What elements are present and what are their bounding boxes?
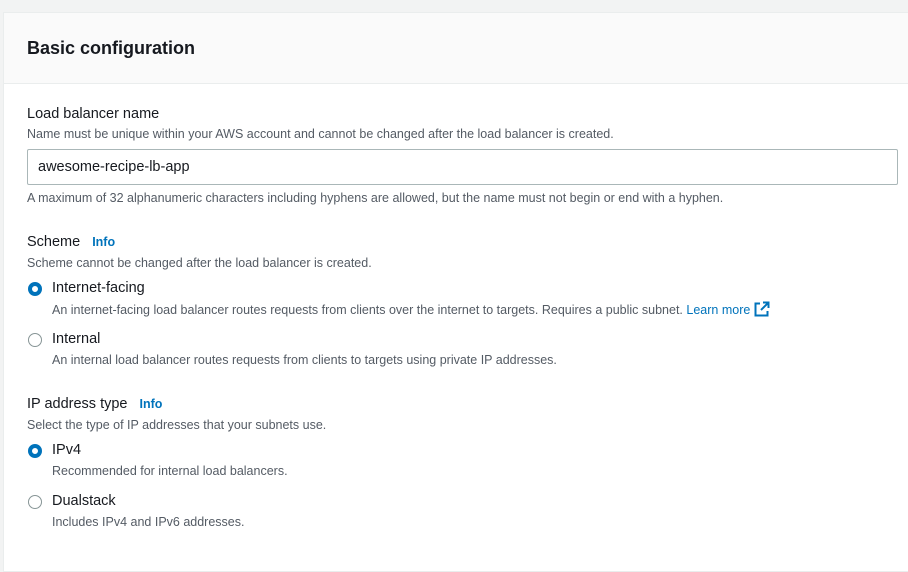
lb-name-input[interactable] bbox=[27, 149, 898, 185]
internet-facing-label[interactable]: Internet-facing bbox=[52, 278, 145, 298]
ipv4-radio[interactable] bbox=[28, 444, 42, 458]
external-link-icon[interactable] bbox=[754, 301, 770, 317]
basic-configuration-panel: Basic configuration Load balancer name N… bbox=[3, 12, 908, 572]
dualstack-description: Includes IPv4 and IPv6 addresses. bbox=[52, 515, 245, 529]
internet-facing-description-row: An internet-facing load balancer routes … bbox=[52, 301, 770, 318]
lb-name-label: Load balancer name bbox=[27, 106, 160, 122]
scheme-label: Scheme bbox=[27, 234, 81, 250]
ip-type-label: IP address type bbox=[27, 396, 128, 412]
scheme-label-row: Scheme Info bbox=[27, 232, 115, 252]
learn-more-link[interactable]: Learn more bbox=[686, 303, 750, 317]
internal-radio[interactable] bbox=[28, 333, 42, 347]
scheme-info-link[interactable]: Info bbox=[92, 235, 115, 249]
scheme-description: Scheme cannot be changed after the load … bbox=[27, 256, 372, 270]
ip-type-description: Select the type of IP addresses that you… bbox=[27, 418, 327, 432]
panel-header: Basic configuration bbox=[4, 13, 908, 84]
lb-name-constraint: A maximum of 32 alphanumeric characters … bbox=[27, 191, 724, 205]
dualstack-label[interactable]: Dualstack bbox=[52, 491, 116, 511]
ipv4-label[interactable]: IPv4 bbox=[52, 440, 81, 460]
internal-label[interactable]: Internal bbox=[52, 329, 100, 349]
ipv4-description: Recommended for internal load balancers. bbox=[52, 464, 288, 478]
lb-name-description: Name must be unique within your AWS acco… bbox=[27, 127, 614, 141]
panel-title: Basic configuration bbox=[27, 38, 196, 58]
internet-facing-radio[interactable] bbox=[28, 282, 42, 296]
ip-type-label-row: IP address type Info bbox=[27, 394, 162, 414]
internet-facing-description: An internet-facing load balancer routes … bbox=[52, 303, 683, 317]
internal-description: An internal load balancer routes request… bbox=[52, 353, 557, 367]
dualstack-radio[interactable] bbox=[28, 495, 42, 509]
ip-type-info-link[interactable]: Info bbox=[140, 397, 163, 411]
